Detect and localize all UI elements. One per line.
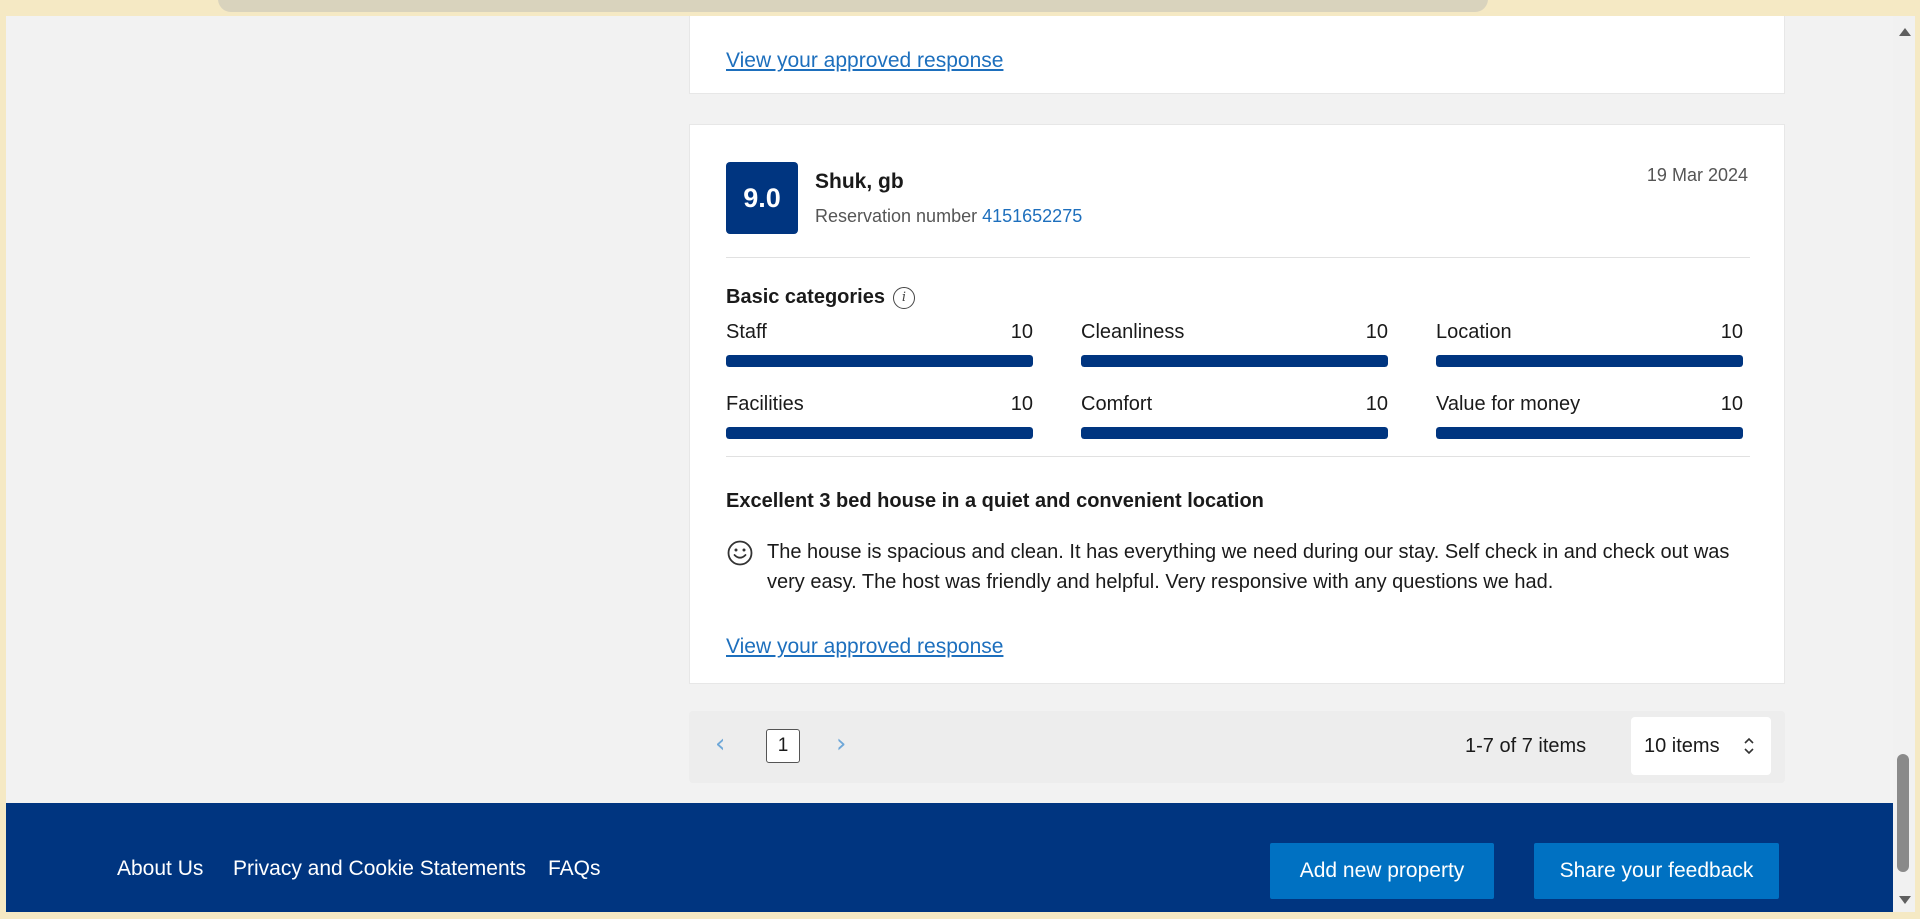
- footer-link-faqs[interactable]: FAQs: [548, 857, 601, 881]
- category-bar-fill: [1081, 355, 1388, 367]
- category-bar: [1081, 355, 1388, 367]
- prev-page-button[interactable]: ‹: [715, 729, 725, 759]
- review-title: Excellent 3 bed house in a quiet and con…: [726, 490, 1264, 512]
- category-comfort: Comfort 10: [1081, 393, 1388, 439]
- review-card: 9.0 Shuk, gb Reservation number 41516522…: [689, 124, 1785, 684]
- category-bar: [726, 427, 1033, 439]
- page-size-value: 10 items: [1644, 734, 1720, 757]
- category-label: Cleanliness: [1081, 321, 1185, 343]
- review-score-badge: 9.0: [726, 162, 798, 234]
- reservation-number[interactable]: 4151652275: [982, 206, 1082, 226]
- pagination: ‹ 1 › 1-7 of 7 items 10 items: [689, 711, 1785, 783]
- categories-heading: Basic categories i: [726, 286, 915, 309]
- address-bar[interactable]: [218, 0, 1488, 12]
- category-label: Location: [1436, 321, 1512, 343]
- view-approved-response-link[interactable]: View your approved response: [726, 49, 1003, 73]
- reviewer-name: Shuk, gb: [815, 170, 904, 193]
- next-page-button[interactable]: ›: [836, 729, 846, 759]
- category-score: 10: [1365, 321, 1388, 343]
- categories-heading-label: Basic categories: [726, 286, 885, 308]
- category-score: 10: [1010, 321, 1033, 343]
- reservation-info: Reservation number 4151652275: [815, 206, 1082, 227]
- divider: [726, 257, 1750, 258]
- scroll-up-arrow-icon[interactable]: [1899, 28, 1911, 36]
- page-size-select[interactable]: 10 items: [1631, 717, 1771, 775]
- items-count: 1-7 of 7 items: [1465, 735, 1587, 757]
- review-card-previous: View your approved response: [689, 16, 1785, 94]
- review-date: 19 Mar 2024: [1646, 165, 1748, 185]
- browser-top-bar: [0, 0, 1920, 16]
- category-bar-fill: [1436, 355, 1743, 367]
- page-number-current[interactable]: 1: [766, 729, 800, 763]
- add-new-property-button[interactable]: Add new property: [1270, 843, 1494, 899]
- category-facilities: Facilities 10: [726, 393, 1033, 439]
- footer-link-about[interactable]: About Us: [117, 857, 203, 881]
- divider: [726, 456, 1750, 457]
- share-feedback-button[interactable]: Share your feedback: [1534, 843, 1779, 899]
- category-score: 10: [1720, 393, 1743, 415]
- category-score: 10: [1010, 393, 1033, 415]
- category-bar: [1436, 427, 1743, 439]
- review-text: The house is spacious and clean. It has …: [767, 541, 1730, 593]
- category-label: Facilities: [726, 393, 804, 415]
- category-cleanliness: Cleanliness 10: [1081, 321, 1388, 367]
- scrollbar[interactable]: [1893, 16, 1915, 912]
- category-label: Staff: [726, 321, 767, 343]
- smile-icon: [727, 540, 753, 566]
- scroll-down-arrow-icon[interactable]: [1899, 896, 1911, 904]
- category-label: Value for money: [1436, 393, 1581, 415]
- footer: About Us Privacy and Cookie Statements F…: [6, 803, 1893, 912]
- scroll-thumb[interactable]: [1897, 754, 1909, 872]
- category-location: Location 10: [1436, 321, 1743, 367]
- footer-link-privacy[interactable]: Privacy and Cookie Statements: [233, 857, 526, 881]
- category-bar-fill: [726, 355, 1033, 367]
- category-bar-fill: [1436, 427, 1743, 439]
- category-score: 10: [1720, 321, 1743, 343]
- info-icon[interactable]: i: [892, 286, 915, 309]
- category-staff: Staff 10: [726, 321, 1033, 367]
- category-score: 10: [1365, 393, 1388, 415]
- category-value-for-money: Value for money 10: [1436, 393, 1743, 439]
- category-bar-fill: [1081, 427, 1388, 439]
- category-bar-fill: [726, 427, 1033, 439]
- category-label: Comfort: [1081, 393, 1153, 415]
- page-viewport: View your approved response 9.0 Shuk, gb…: [6, 16, 1893, 912]
- chevron-updown-icon: [1744, 737, 1754, 755]
- category-bar: [1436, 355, 1743, 367]
- view-approved-response-link[interactable]: View your approved response: [726, 635, 1003, 659]
- category-bar: [726, 355, 1033, 367]
- category-bar: [1081, 427, 1388, 439]
- reservation-label: Reservation number: [815, 206, 978, 226]
